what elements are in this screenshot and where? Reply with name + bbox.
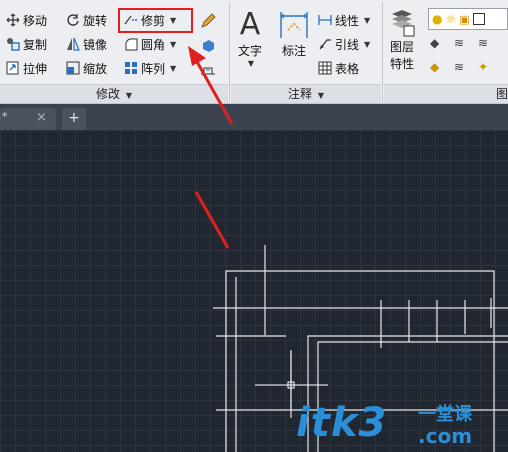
big-a-icon: A [239,7,261,42]
pencil-icon [200,13,216,28]
lightbulb-icon: ● [432,12,443,26]
linear-dropdown-icon[interactable]: ▼ [364,16,370,25]
watermark-slogan: 一堂课 [418,404,472,425]
copy-icon [6,37,20,51]
copy-label: 复制 [23,37,48,52]
fillet-label: 圆角 [141,37,166,52]
table-icon [318,61,332,75]
leader-icon [318,37,332,51]
lock-icon: ▣ [459,12,470,26]
fillet-dropdown-icon[interactable]: ▼ [170,40,176,49]
layer-color-swatch-icon [472,13,485,25]
layer-tool-icon[interactable]: ✦ [478,60,488,74]
copy-button[interactable]: 复制 [6,34,47,54]
scale-icon [66,61,80,75]
dimension-button[interactable]: 标注 [278,8,310,68]
modify-panel-expand-icon: ▼ [125,91,132,100]
ribbon: 移动 复制 拉伸 旋转 镜像 缩放 修剪 ▼ 圆角 ▼ 阵列 ▼ 修改 ▼ A … [0,0,508,119]
stretch-button[interactable]: 拉伸 [6,58,47,78]
array-button[interactable]: 阵列 ▼ [124,58,176,78]
erase-button[interactable] [200,10,216,30]
rotate-label: 旋转 [83,13,108,28]
watermark-brand: itk3 [296,400,388,446]
scale-label: 缩放 [83,61,108,76]
layer-tool-icon[interactable]: ◆ [430,36,439,50]
linear-dimension-icon [318,13,332,27]
stretch-label: 拉伸 [23,61,48,76]
offset-button[interactable] [200,58,215,78]
rotate-button[interactable]: 旋转 [66,10,107,30]
layer-tool-icon[interactable]: ◆ [430,60,439,74]
watermark: itk3 一堂课 .com [296,400,506,450]
linear-dimension-button[interactable]: 线性 ▼ [318,10,370,30]
stretch-icon [6,61,20,75]
plus-icon: + [68,110,80,126]
text-label: 文字 [238,44,263,58]
layer-tool-icon[interactable]: ≋ [454,60,464,74]
layer-tool-icon[interactable]: ≋ [454,36,464,50]
explode-icon [200,37,214,52]
move-button[interactable]: 移动 [6,10,47,30]
layer-properties-label-2: 特性 [389,57,414,71]
array-icon [124,61,138,75]
sun-icon: ☼ [445,12,457,26]
file-tab-bar: * × + [0,104,508,130]
scale-button[interactable]: 缩放 [66,58,107,78]
move-icon [6,13,20,27]
layer-properties-button[interactable]: 图层 特性 [388,8,416,78]
modify-panel-title[interactable]: 修改 ▼ [0,84,228,103]
trim-highlight-box [118,8,193,33]
layer-panel-title[interactable]: 图层 [384,84,508,119]
pointer-arrow [194,191,230,249]
dimension-icon [278,8,310,42]
mirror-label: 镜像 [83,37,108,52]
fillet-button[interactable]: 圆角 ▼ [124,34,176,54]
fillet-icon [124,37,138,51]
rotate-icon [66,13,80,27]
drawing-tab-modified-marker: * [2,110,8,123]
annotation-panel-title-label: 注释 [288,87,313,101]
layer-properties-label-1: 图层 [389,40,414,54]
layer-tool-icon[interactable]: ≋ [478,36,488,50]
leader-dropdown-icon[interactable]: ▼ [364,40,370,49]
array-dropdown-icon[interactable]: ▼ [170,64,176,73]
mirror-icon [66,37,80,51]
close-icon[interactable]: × [36,110,47,125]
move-label: 移动 [23,13,48,28]
text-dropdown-icon[interactable]: ▼ [248,59,254,68]
leader-label: 引线 [335,37,360,52]
layer-dropdown[interactable]: ● ☼ ▣ [428,8,508,30]
drawing-tab[interactable]: * × [0,108,56,130]
modify-panel-title-label: 修改 [96,87,121,101]
text-button[interactable]: A 文字 ▼ [238,7,263,69]
panel-separator [229,2,230,102]
mirror-button[interactable]: 镜像 [66,34,107,54]
new-tab-button[interactable]: + [62,108,86,130]
watermark-domain: .com [418,424,473,448]
annotation-panel-title[interactable]: 注释 ▼ [231,84,381,103]
table-button[interactable]: 表格 [318,58,359,78]
leader-button[interactable]: 引线 ▼ [318,34,370,54]
annotation-panel-expand-icon: ▼ [317,91,324,100]
layer-stack-icon [388,8,416,38]
offset-icon [200,61,215,75]
table-label: 表格 [335,61,360,76]
dimension-label: 标注 [281,44,306,58]
panel-separator [382,2,383,102]
array-label: 阵列 [141,61,166,76]
linear-label: 线性 [335,13,360,28]
explode-button[interactable] [200,34,214,54]
